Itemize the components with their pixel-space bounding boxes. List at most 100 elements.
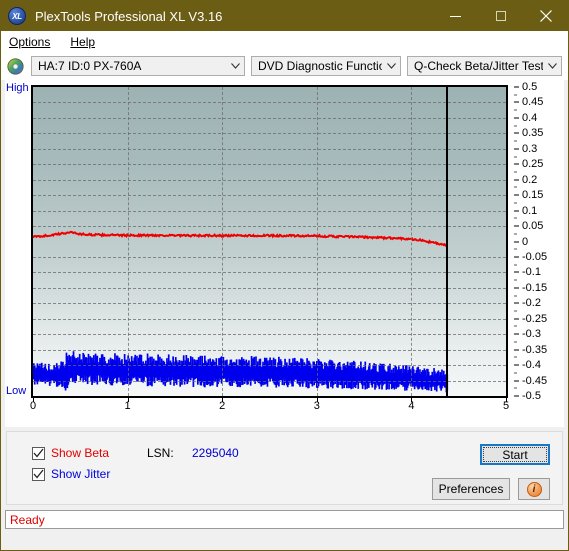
series-show-jitter: [33, 351, 449, 393]
x-tick-mark: [222, 398, 224, 402]
checkmark-icon: [33, 448, 44, 458]
show-jitter-label: Show Jitter: [51, 467, 111, 481]
y-tick-mark-minor: [514, 310, 517, 312]
y-tick-mark: [514, 349, 519, 351]
y-tick-mark-minor: [514, 156, 517, 158]
test-select[interactable]: Q-Check Beta/Jitter Test: [407, 56, 562, 76]
preferences-button-label: Preferences: [438, 482, 504, 496]
menu-item-options[interactable]: Options: [7, 33, 58, 51]
y-tick-mark-minor: [514, 387, 517, 389]
maximize-button[interactable]: [478, 1, 523, 31]
y-tick-label: 0.1: [522, 204, 538, 217]
info-button[interactable]: i: [518, 478, 550, 500]
lsn-label: LSN:: [147, 446, 174, 460]
x-tick-mark: [506, 398, 507, 402]
xl-logo-icon: XL: [8, 7, 26, 25]
x-tick-mark: [316, 398, 318, 402]
y-tick-mark: [514, 225, 519, 227]
drive-select[interactable]: HA:7 ID:0 PX-760A: [31, 56, 245, 76]
y-tick-mark: [514, 256, 519, 258]
y-tick-label: -0.3: [522, 328, 541, 341]
title-bar: XL PlexTools Professional XL V3.16: [1, 1, 568, 31]
y-tick-label: 0.3: [522, 142, 538, 155]
y-tick-mark-minor: [514, 202, 517, 204]
y-tick-mark-minor: [514, 279, 517, 281]
minimize-button[interactable]: [433, 1, 478, 31]
lsn-value: 2295040: [192, 446, 239, 460]
y-tick-mark-minor: [514, 325, 517, 327]
drive-select-value: HA:7 ID:0 PX-760A: [38, 59, 142, 73]
y-tick-mark: [514, 86, 519, 88]
y-tick-mark: [514, 241, 519, 242]
y-tick-label: -0.1: [522, 266, 541, 279]
toolbar: HA:7 ID:0 PX-760A DVD Diagnostic Functio…: [1, 52, 568, 80]
checkmark-icon: [33, 469, 44, 479]
y-tick-label: -0.2: [522, 297, 541, 310]
show-beta-row[interactable]: Show Beta: [32, 446, 109, 460]
y-tick-mark-minor: [514, 109, 517, 111]
close-icon: [539, 10, 552, 22]
x-tick-mark: [33, 398, 34, 402]
y-tick-label: -0.5: [522, 390, 541, 402]
y-tick-mark: [514, 194, 519, 196]
close-button[interactable]: [523, 1, 568, 31]
y-tick-mark-minor: [514, 171, 517, 173]
menu-item-help[interactable]: Help: [68, 33, 103, 51]
chevron-down-icon: [543, 63, 561, 69]
y-tick-mark-minor: [514, 125, 517, 127]
y-tick-mark: [514, 287, 519, 289]
show-beta-checkbox[interactable]: [32, 446, 45, 460]
y-tick-mark: [514, 163, 519, 165]
y-tick-label: -0.45: [522, 374, 548, 387]
y-tick-mark: [514, 364, 519, 366]
x-axis-labels: 012345: [30, 400, 509, 416]
y-tick-label: 0.15: [522, 189, 544, 202]
application-window: XL PlexTools Professional XL V3.16 Optio…: [0, 0, 569, 551]
y-tick-label: 0: [522, 235, 529, 248]
show-jitter-row[interactable]: Show Jitter: [32, 467, 110, 481]
y-tick-mark: [514, 179, 519, 181]
y-tick-mark-minor: [514, 233, 517, 235]
y-tick-label: 0.35: [522, 127, 544, 140]
show-beta-label: Show Beta: [51, 446, 110, 460]
y-axis-labels: 0.5 0.45 0.4 0.35 0.3 0.25 0.2 0.15 0.1 0.05 0 -0.0…: [514, 81, 569, 402]
series-show-beta: [33, 230, 447, 247]
y-tick-label: -0.15: [522, 281, 548, 294]
y-tick-label: 0.5: [522, 81, 538, 93]
y-tick-mark: [514, 318, 519, 320]
y-tick-mark: [514, 117, 519, 119]
function-select-value: DVD Diagnostic Functions: [258, 59, 382, 73]
y-tick-label: -0.4: [522, 359, 541, 372]
y-tick-mark-minor: [514, 372, 517, 374]
y-tick-label: -0.25: [522, 312, 548, 325]
window-controls: [433, 1, 568, 31]
y-tick-mark-minor: [514, 94, 517, 96]
y-tick-label: 0.4: [522, 111, 538, 124]
y-tick-mark: [514, 101, 519, 103]
y-tick-mark-minor: [514, 217, 517, 219]
function-select[interactable]: DVD Diagnostic Functions: [251, 56, 401, 76]
menu-bar: Options Help: [1, 31, 568, 52]
test-select-value: Q-Check Beta/Jitter Test: [414, 59, 543, 73]
chevron-down-icon: [226, 63, 244, 69]
preferences-button[interactable]: Preferences: [432, 478, 510, 500]
plot-area: [31, 85, 508, 398]
y-tick-label: -0.35: [522, 343, 548, 356]
start-button[interactable]: Start: [480, 444, 550, 465]
y-tick-mark: [514, 210, 519, 212]
y-tick-label: -0.05: [522, 250, 548, 263]
y-tick-mark-minor: [514, 186, 517, 188]
plot-canvas: [33, 230, 449, 393]
window-title: PlexTools Professional XL V3.16: [35, 8, 223, 24]
start-button-label: Start: [483, 447, 547, 462]
x-tick-mark: [411, 398, 413, 402]
minimize-icon: [450, 15, 461, 17]
axis-high-label: High: [6, 82, 29, 94]
show-jitter-checkbox[interactable]: [32, 467, 45, 481]
y-tick-mark-minor: [514, 356, 517, 358]
status-text: Ready: [10, 512, 45, 527]
chart-panel: High Low 0.5 0.45 0.4 0.35 0.3 0.25 0.2 0.15 0.1…: [5, 80, 564, 427]
y-tick-mark: [514, 302, 519, 304]
controls-panel: Show Beta Show Jitter LSN: 2295040 Start…: [6, 431, 563, 505]
y-tick-label: 0.2: [522, 173, 538, 186]
